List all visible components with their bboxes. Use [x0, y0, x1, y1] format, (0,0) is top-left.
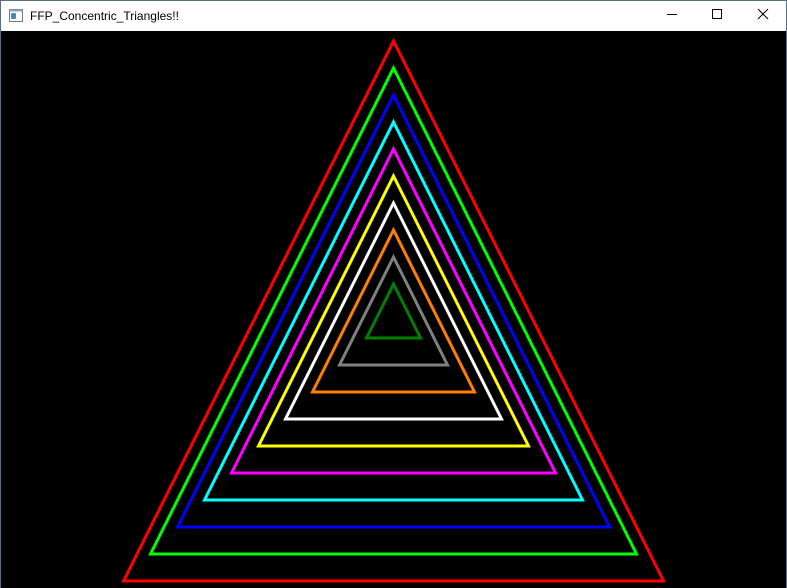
- triangle-ring-7: [283, 199, 504, 421]
- concentric-triangles: [121, 37, 666, 583]
- maximize-icon: [711, 7, 723, 25]
- window-title: FFP_Concentric_Triangles!!: [30, 9, 179, 23]
- window-app-icon[interactable]: [9, 9, 23, 22]
- triangle-ring-9: [337, 253, 450, 367]
- minimize-icon: [666, 7, 678, 25]
- title-bar[interactable]: FFP_Concentric_Triangles!!: [1, 1, 786, 31]
- triangle-ring-3: [175, 91, 612, 529]
- triangle-ring-5: [229, 145, 558, 475]
- close-button[interactable]: [740, 1, 785, 30]
- minimize-button[interactable]: [649, 1, 694, 30]
- maximize-button[interactable]: [694, 1, 739, 30]
- close-icon: [757, 7, 769, 25]
- app-window: FFP_Concentric_Triangles!!: [0, 0, 787, 588]
- drawing-canvas: [1, 31, 786, 588]
- triangle-ring-2: [148, 64, 639, 556]
